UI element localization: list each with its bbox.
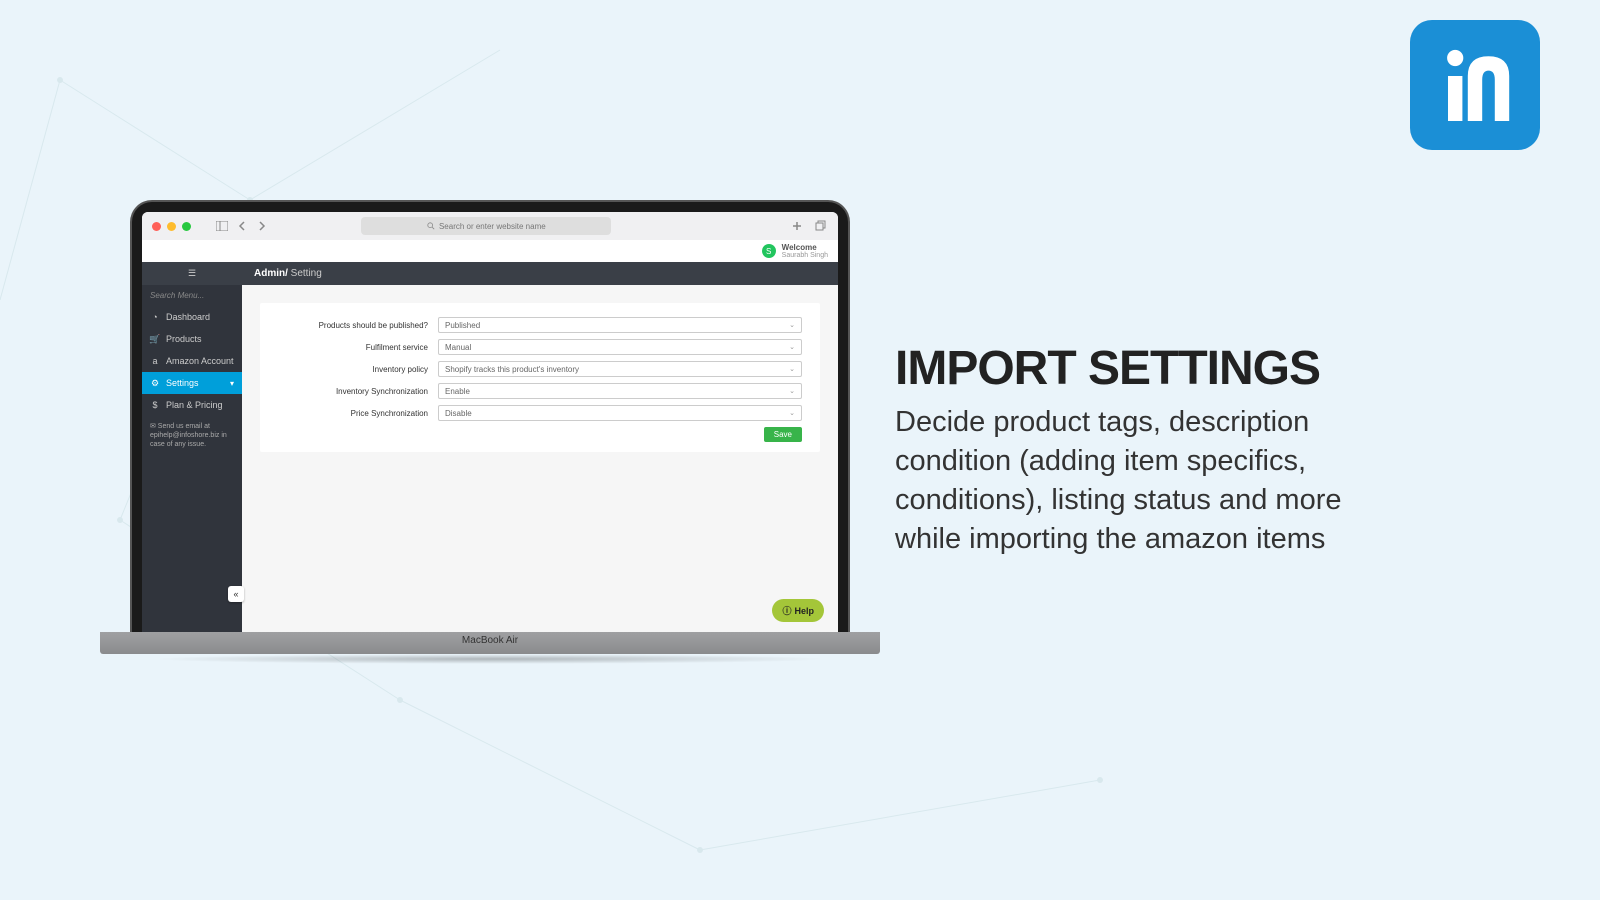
select-value: Disable [445, 409, 472, 418]
chevron-down-icon: ⌄ [789, 365, 795, 373]
chevron-down-icon: ⌄ [789, 321, 795, 329]
select-inventory-sync[interactable]: Enable ⌄ [438, 383, 802, 399]
select-value: Published [445, 321, 480, 330]
chevron-down-icon: ▾ [230, 379, 234, 388]
ia-logo [1410, 20, 1540, 150]
dollar-icon: $ [150, 400, 160, 410]
form-label: Inventory policy [278, 365, 428, 374]
welcome-user: Saurabh Singh [782, 252, 828, 259]
form-label: Fulfilment service [278, 343, 428, 352]
tabs-overview-icon[interactable] [814, 219, 828, 233]
sidebar-item-label: Products [166, 334, 202, 344]
select-value: Enable [445, 387, 470, 396]
maximize-dot-icon[interactable] [182, 222, 191, 231]
back-icon[interactable] [235, 219, 249, 233]
sidebar-item-label: Amazon Account [166, 356, 234, 366]
sidebar-note: ✉ Send us email at epihelp@infoshore.biz… [142, 416, 242, 455]
minimize-dot-icon[interactable] [167, 222, 176, 231]
form-row-published: Products should be published? Published … [278, 317, 802, 333]
help-label: Help [794, 606, 814, 616]
sidebar-collapse-button[interactable]: « [228, 586, 244, 602]
laptop-mockup: Search or enter website name S Welcome [130, 200, 850, 664]
sidebar-item-dashboard[interactable]: ◔ Dashboard [142, 306, 242, 328]
select-value: Shopify tracks this product's inventory [445, 365, 579, 374]
sidebar-item-products[interactable]: 🛒 Products [142, 328, 242, 350]
search-icon [427, 222, 435, 230]
sidebar-item-label: Plan & Pricing [166, 400, 223, 410]
main-area: Admin/ Setting Products should be publis… [242, 262, 838, 632]
sidebar-toggle-icon[interactable] [215, 219, 229, 233]
save-button[interactable]: Save [764, 427, 802, 442]
amazon-icon: a [150, 356, 160, 366]
close-dot-icon[interactable] [152, 222, 161, 231]
select-published[interactable]: Published ⌄ [438, 317, 802, 333]
welcome-label: Welcome [782, 244, 828, 252]
form-label: Price Synchronization [278, 409, 428, 418]
select-inventory-policy[interactable]: Shopify tracks this product's inventory … [438, 361, 802, 377]
select-fulfilment[interactable]: Manual ⌄ [438, 339, 802, 355]
hamburger-icon[interactable]: ☰ [142, 262, 242, 285]
form-row-inventory-sync: Inventory Synchronization Enable ⌄ [278, 383, 802, 399]
cart-icon: 🛒 [150, 334, 160, 344]
sidebar: ☰ Search Menu... ◔ Dashboard 🛒 Products … [142, 262, 242, 632]
breadcrumb: Admin/ Setting [242, 262, 838, 285]
laptop-base [100, 632, 880, 654]
app-topbar: S Welcome Saurabh Singh [142, 240, 838, 262]
new-tab-icon[interactable] [790, 219, 804, 233]
select-price-sync[interactable]: Disable ⌄ [438, 405, 802, 421]
breadcrumb-root: Admin/ [254, 268, 288, 279]
avatar[interactable]: S [762, 244, 776, 258]
url-bar[interactable]: Search or enter website name [361, 217, 611, 235]
form-label: Products should be published? [278, 321, 428, 330]
welcome-block[interactable]: Welcome Saurabh Singh [782, 244, 828, 259]
chevron-down-icon: ⌄ [789, 343, 795, 351]
sidebar-item-label: Settings [166, 378, 199, 388]
form-label: Inventory Synchronization [278, 387, 428, 396]
url-placeholder: Search or enter website name [439, 222, 546, 231]
form-row-price-sync: Price Synchronization Disable ⌄ [278, 405, 802, 421]
promo-body: Decide product tags, description conditi… [895, 403, 1415, 560]
breadcrumb-page: Setting [288, 268, 322, 279]
promo-block: IMPORT SETTINGS Decide product tags, des… [895, 345, 1415, 560]
help-icon: ⓘ [782, 604, 791, 617]
chevron-down-icon: ⌄ [789, 409, 795, 417]
browser-chrome: Search or enter website name [142, 212, 838, 240]
help-button[interactable]: ⓘ Help [772, 599, 824, 622]
gear-icon: ⚙ [150, 378, 160, 388]
sidebar-item-settings[interactable]: ⚙ Settings ▾ [142, 372, 242, 394]
laptop-shadow [150, 654, 830, 664]
chevron-down-icon: ⌄ [789, 387, 795, 395]
sidebar-item-amazon[interactable]: a Amazon Account [142, 350, 242, 372]
promo-title: IMPORT SETTINGS [895, 345, 1415, 393]
sidebar-item-label: Dashboard [166, 312, 210, 322]
forward-icon[interactable] [255, 219, 269, 233]
select-value: Manual [445, 343, 471, 352]
form-row-inventory-policy: Inventory policy Shopify tracks this pro… [278, 361, 802, 377]
gauge-icon: ◔ [150, 312, 160, 322]
settings-panel: Products should be published? Published … [260, 303, 820, 452]
sidebar-item-plan[interactable]: $ Plan & Pricing [142, 394, 242, 416]
form-row-fulfilment: Fulfilment service Manual ⌄ [278, 339, 802, 355]
sidebar-search[interactable]: Search Menu... [142, 285, 242, 306]
app-root: S Welcome Saurabh Singh ☰ Search Menu...… [142, 240, 838, 632]
